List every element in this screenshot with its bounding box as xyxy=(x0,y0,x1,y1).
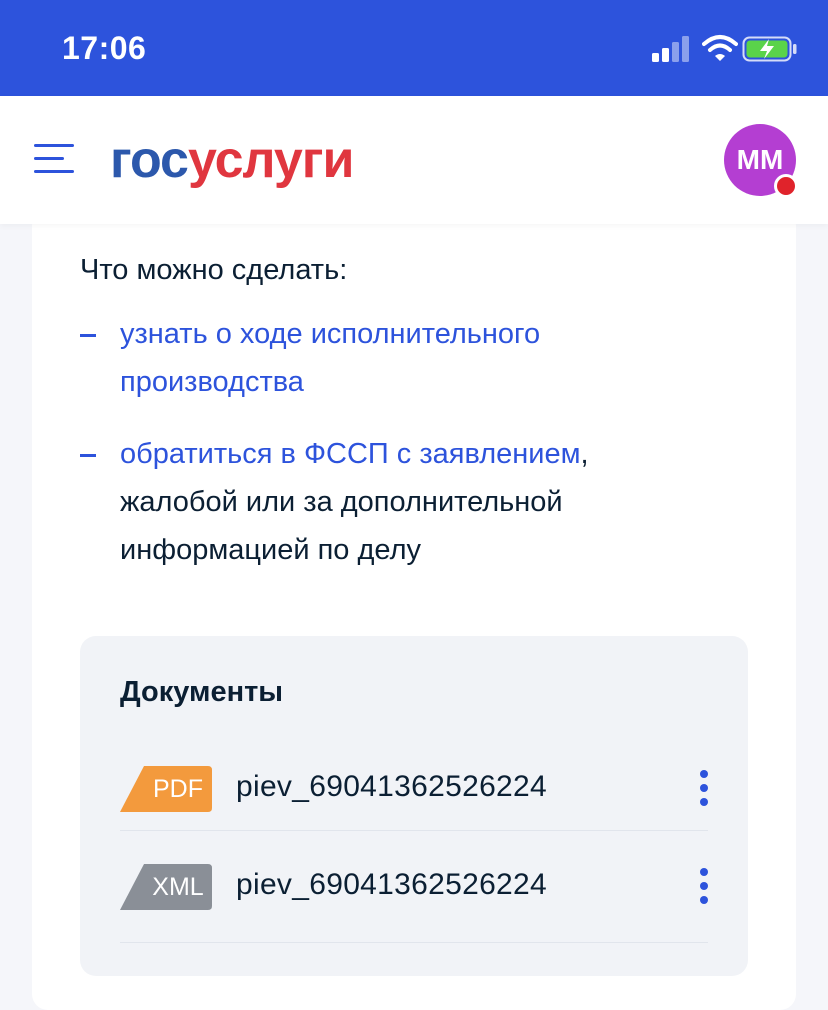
hamburger-menu-icon[interactable] xyxy=(34,144,78,178)
more-options-icon[interactable] xyxy=(696,864,712,908)
section-heading: Что можно сделать: xyxy=(80,254,348,286)
documents-title: Документы xyxy=(120,676,284,708)
file-name[interactable]: piev_69041362526224 xyxy=(236,770,547,804)
wifi-icon xyxy=(702,35,738,61)
more-options-icon[interactable] xyxy=(696,766,712,810)
logo-part-uslugi: услуги xyxy=(187,131,354,189)
link-contact-fssp[interactable]: обратиться в ФССП с заявлением xyxy=(120,438,581,470)
notification-dot xyxy=(774,174,798,198)
list-bullet xyxy=(80,334,96,337)
row-divider xyxy=(120,830,708,831)
pdf-file-icon: PDF xyxy=(120,766,214,812)
file-name[interactable]: piev_69041362526224 xyxy=(236,868,547,902)
file-type-label: XML xyxy=(152,873,204,901)
list-bullet xyxy=(80,454,96,457)
gosuslugi-logo[interactable]: госуслуги xyxy=(110,130,354,190)
document-row[interactable]: PDF piev_69041362526224 xyxy=(120,766,720,826)
list-item: узнать о ходе исполнительного производст… xyxy=(120,310,740,406)
battery-charging-icon xyxy=(742,36,797,62)
cellular-signal-icon xyxy=(652,36,689,62)
app-header: госуслуги ММ xyxy=(0,96,828,224)
list-text-line2: жалобой или за дополнительной xyxy=(120,486,563,518)
link-enforcement-progress-line1[interactable]: узнать о ходе исполнительного xyxy=(120,310,740,358)
status-time: 17:06 xyxy=(62,30,147,66)
logo-part-gos: гос xyxy=(110,131,189,189)
file-type-label: PDF xyxy=(153,775,203,803)
link-enforcement-progress-line2[interactable]: производства xyxy=(120,358,740,406)
list-text-line3: информацией по делу xyxy=(120,534,421,566)
row-divider xyxy=(120,942,708,943)
list-item: обратиться в ФССП с заявлением, жалобой … xyxy=(120,430,740,574)
status-bar: 17:06 xyxy=(0,0,828,96)
xml-file-icon: XML xyxy=(120,864,214,910)
list-text-comma: , xyxy=(580,438,589,470)
document-row[interactable]: XML piev_69041362526224 xyxy=(120,864,720,924)
